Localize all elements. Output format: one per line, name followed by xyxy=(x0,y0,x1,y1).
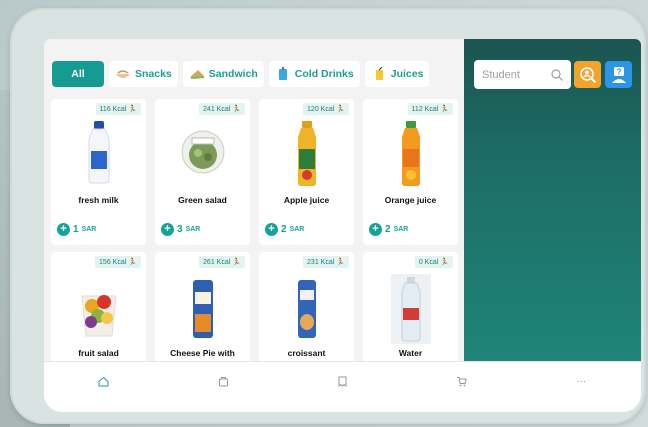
running-icon: 🏃 xyxy=(440,106,449,113)
tablet-frame: All Snacks Sandwich Cold Drinks Juices 1… xyxy=(10,8,646,424)
home-icon xyxy=(98,376,109,386)
kcal-badge: 0 Kcal 🏃 xyxy=(414,256,453,268)
product-card[interactable]: 116 Kcal 🏃 fresh milk + 1 SAR xyxy=(51,99,146,245)
add-to-cart-button[interactable]: + 3 SAR xyxy=(161,223,200,236)
category-cold-drinks[interactable]: Cold Drinks xyxy=(268,61,360,87)
running-icon: 🏃 xyxy=(336,259,345,266)
category-label: Cold Drinks xyxy=(294,68,354,80)
price-value: 1 xyxy=(73,224,79,235)
plus-icon: + xyxy=(265,223,278,236)
student-lookup-button[interactable] xyxy=(574,61,601,88)
category-label: Juices xyxy=(390,68,424,80)
product-card[interactable]: 120 Kcal 🏃 Apple juice + 2 SAR xyxy=(259,99,354,245)
cold-drink-icon xyxy=(278,67,287,80)
apple-juice-bottle-image xyxy=(297,121,316,186)
category-label: Sandwich xyxy=(208,68,258,80)
sandwich-icon xyxy=(189,70,204,79)
category-snacks[interactable]: Snacks xyxy=(109,61,178,87)
price-value: 3 xyxy=(177,224,183,235)
product-name: Orange juice xyxy=(384,195,437,205)
kcal-value: 261 Kcal xyxy=(203,258,231,266)
currency-label: SAR xyxy=(185,226,201,233)
kcal-badge: 231 Kcal 🏃 xyxy=(303,256,349,268)
running-icon: 🏃 xyxy=(232,259,241,266)
category-label: Snacks xyxy=(135,68,172,80)
nav-more[interactable]: ··· xyxy=(574,374,588,388)
category-juices[interactable]: Juices xyxy=(364,61,430,87)
nav-receipts[interactable] xyxy=(335,374,349,388)
product-name: Water xyxy=(398,348,423,358)
product-name: croissant xyxy=(287,348,326,358)
kcal-value: 112 Kcal xyxy=(411,105,439,113)
fruit-cup-image xyxy=(80,295,117,337)
kcal-badge: 241 Kcal 🏃 xyxy=(199,103,245,115)
kcal-value: 156 Kcal xyxy=(99,258,127,266)
search-icon xyxy=(551,68,563,81)
juice-icon xyxy=(375,67,383,80)
kcal-value: 116 Kcal xyxy=(99,105,127,113)
orders-icon xyxy=(218,376,228,386)
help-user-icon: ? xyxy=(611,66,626,83)
category-bar: All Snacks Sandwich Cold Drinks Juices xyxy=(52,61,430,87)
price-value: 2 xyxy=(281,224,287,235)
student-search-input[interactable]: Student xyxy=(474,60,571,89)
running-icon: 🏃 xyxy=(336,106,345,113)
user-search-icon xyxy=(579,66,596,83)
kcal-value: 231 Kcal xyxy=(307,258,335,266)
add-to-cart-button[interactable]: + 2 SAR xyxy=(369,223,408,236)
kcal-badge: 120 Kcal 🏃 xyxy=(303,103,349,115)
add-to-cart-button[interactable]: + 1 SAR xyxy=(57,223,96,236)
more-icon: ··· xyxy=(576,375,587,387)
search-placeholder: Student xyxy=(482,68,520,81)
product-name: Apple juice xyxy=(283,195,330,205)
pie-pack-image xyxy=(192,280,213,338)
running-icon: 🏃 xyxy=(128,106,137,113)
bottom-navigation: ··· xyxy=(44,361,641,412)
salad-bowl-image xyxy=(181,130,224,174)
orange-juice-bottle-image xyxy=(401,121,420,186)
water-bottle-image xyxy=(390,274,431,344)
plus-icon: + xyxy=(369,223,382,236)
add-to-cart-button[interactable]: + 2 SAR xyxy=(265,223,304,236)
receipt-icon xyxy=(338,376,347,387)
cart-panel: Student ? xyxy=(464,39,641,361)
svg-text:?: ? xyxy=(616,67,621,76)
currency-label: SAR xyxy=(81,226,97,233)
currency-label: SAR xyxy=(393,226,409,233)
kcal-value: 241 Kcal xyxy=(203,105,231,113)
kcal-value: 0 Kcal xyxy=(418,258,439,266)
product-name: fresh milk xyxy=(78,195,119,205)
kcal-badge: 112 Kcal 🏃 xyxy=(407,103,453,115)
cart-icon xyxy=(457,376,467,386)
snacks-icon xyxy=(116,70,130,78)
plus-icon: + xyxy=(161,223,174,236)
nav-orders[interactable] xyxy=(216,374,230,388)
product-name: fruit salad xyxy=(78,348,119,358)
price-value: 2 xyxy=(385,224,391,235)
product-card[interactable]: 112 Kcal 🏃 Orange juice + 2 SAR xyxy=(363,99,458,245)
category-all[interactable]: All xyxy=(52,61,104,87)
kcal-badge: 116 Kcal 🏃 xyxy=(95,103,141,115)
help-user-button[interactable]: ? xyxy=(605,61,632,88)
running-icon: 🏃 xyxy=(232,106,241,113)
plus-icon: + xyxy=(57,223,70,236)
app-screen: All Snacks Sandwich Cold Drinks Juices 1… xyxy=(44,39,641,412)
running-icon: 🏃 xyxy=(128,259,137,266)
currency-label: SAR xyxy=(289,226,305,233)
category-sandwich[interactable]: Sandwich xyxy=(182,61,264,87)
kcal-badge: 261 Kcal 🏃 xyxy=(199,256,245,268)
product-name: Cheese Pie with xyxy=(170,348,235,358)
nav-home[interactable] xyxy=(97,374,111,388)
kcal-badge: 156 Kcal 🏃 xyxy=(95,256,141,268)
nav-cart[interactable] xyxy=(455,374,469,388)
milk-bottle-image xyxy=(88,121,109,184)
kcal-value: 120 Kcal xyxy=(307,105,335,113)
category-label: All xyxy=(71,68,85,80)
product-card[interactable]: 241 Kcal 🏃 Green salad + 3 SAR xyxy=(155,99,250,245)
product-name: Green salad xyxy=(178,195,227,205)
running-icon: 🏃 xyxy=(440,259,449,266)
croissant-pack-image xyxy=(297,280,316,338)
